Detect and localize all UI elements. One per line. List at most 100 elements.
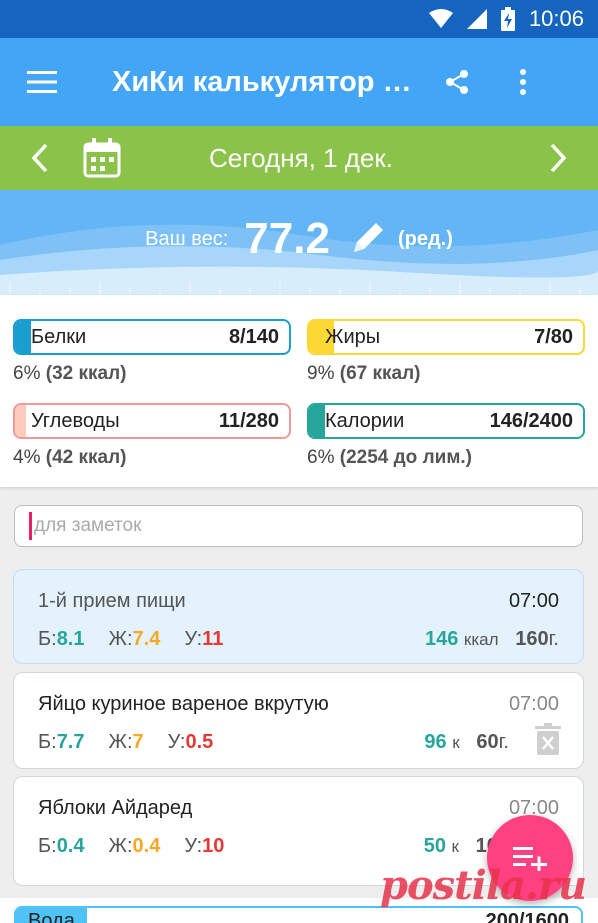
carbs-kcal: (42 ккал) [45,447,127,468]
calories-progress [309,405,325,437]
chevron-right-icon [550,143,567,173]
meal-macros: Б:8.1 Ж:7.4 У:11 [38,628,247,651]
calendar-button[interactable] [80,126,124,190]
protein-percent: 6% [13,363,41,384]
prev-day-button[interactable] [0,126,80,190]
kcal-amount: 146 [424,628,459,650]
meal-card[interactable]: 1-й прием пищи 07:00 Б:8.1 Ж:7.4 У:11 14… [13,569,584,664]
carbs-label: У: [184,628,203,650]
calories-kcal: (2254 до лим.) [339,447,472,468]
share-icon [446,70,468,94]
menu-button[interactable] [0,38,84,126]
fat-box[interactable]: Жиры 7/80 [307,319,585,355]
protein-label: Б: [38,835,57,857]
notes-input[interactable]: для заметок [14,505,583,547]
clock: 10:06 [528,6,584,31]
pencil-icon[interactable] [350,218,388,261]
wifi-icon [428,9,453,29]
calories-percent: 6% [307,447,335,468]
protein-label: Б: [38,628,57,650]
fat-percent: 9% [307,363,335,384]
weight-header: Ваш вес: 77.2 (ред.) [0,190,598,295]
carbs-label: У: [184,835,203,857]
weight-value[interactable]: 77.2 [244,214,330,264]
kcal-unit: ккал [463,630,499,649]
calendar-icon [83,138,121,178]
protein-box[interactable]: Белки 8/140 [13,319,291,355]
protein-amount: 7.7 [56,731,85,753]
app-bar: ХиКи калькулятор ка… [0,38,598,126]
grams-unit: г. [498,731,509,753]
meal-title: 1-й прием пищи [38,590,186,612]
protein-progress [15,321,31,353]
food-totals: 96 к 60г. [424,731,509,754]
meal-time: 07:00 [508,590,559,612]
food-title: Яблоки Айдаред [38,797,193,819]
food-macros: Б:7.7 Ж:7 У:0.5 [38,731,237,754]
carbs-amount: 10 [202,835,225,857]
watermark: postila.ru [380,862,587,909]
protein-label: Белки [31,325,87,348]
carbs-summary: 4% (42 ккал) [13,447,126,469]
fat-label: Ж: [108,628,133,650]
fat-label: Ж: [108,835,133,857]
calories-value: 146/2400 [489,409,573,432]
calories-summary: 6% (2254 до лим.) [307,447,472,469]
fat-amount: 7.4 [132,628,161,650]
kcal-amount: 96 [424,731,447,753]
kcal-unit: к [451,837,459,856]
more-vert-icon [520,69,526,95]
food-time: 07:00 [508,693,559,715]
share-button[interactable] [424,38,490,126]
more-options-button[interactable] [490,38,556,126]
grams-unit: г. [548,628,559,650]
protein-kcal: (32 ккал) [45,363,127,384]
calories-label: Калории [325,409,405,432]
meal-totals: 146 ккал 160г. [425,628,559,651]
carbs-amount: 0.5 [185,731,214,753]
water-label: Вода [28,910,75,923]
water-value: 200/1600 [485,910,569,923]
grams-amount: 160 [515,628,549,650]
food-macros: Б:0.4 Ж:0.4 У:10 [38,835,248,858]
protein-label: Б: [38,731,57,753]
delete-icon[interactable] [535,723,561,760]
carbs-percent: 4% [13,447,41,468]
fat-value: 7/80 [534,325,573,348]
grams-amount: 60 [476,731,499,753]
fat-kcal: (67 ккал) [339,363,421,384]
protein-summary: 6% (32 ккал) [13,363,126,385]
carbs-label: Углеводы [31,409,120,432]
status-bar: 10:06 [0,0,598,38]
carbs-progress [15,405,26,437]
chevron-left-icon [31,143,48,173]
carbs-box[interactable]: Углеводы 11/280 [13,403,291,439]
weight-label: Ваш вес: [145,227,229,250]
kcal-unit: к [452,733,460,752]
text-cursor [29,512,32,540]
next-day-button[interactable] [518,126,598,190]
macros-panel: Белки 8/140 6% (32 ккал) Жиры 7/80 9% (6… [0,295,598,487]
fat-label: Ж: [108,731,133,753]
battery-charging-icon [500,7,515,31]
carbs-value: 11/280 [218,409,279,432]
signal-icon [466,9,487,29]
edit-weight-link[interactable]: (ред.) [398,228,453,251]
fat-amount: 0.4 [132,835,161,857]
food-item-card[interactable]: Яйцо куриное вареное вкрутую 07:00 Б:7.7… [13,672,584,769]
notes-placeholder: для заметок [34,515,142,536]
food-title: Яйцо куриное вареное вкрутую [38,693,329,715]
fat-label: Жиры [325,325,381,348]
calories-box[interactable]: Калории 146/2400 [307,403,585,439]
carbs-label: У: [167,731,186,753]
date-bar: Сегодня, 1 дек. [0,126,598,190]
menu-icon [27,71,57,93]
kcal-amount: 50 [423,835,446,857]
protein-amount: 8.1 [56,628,85,650]
app-title: ХиКи калькулятор ка… [112,65,424,98]
current-date[interactable]: Сегодня, 1 дек. [124,143,518,174]
fat-summary: 9% (67 ккал) [307,363,420,385]
protein-amount: 0.4 [56,835,85,857]
fat-amount: 7 [132,731,144,753]
protein-value: 8/140 [228,325,279,348]
